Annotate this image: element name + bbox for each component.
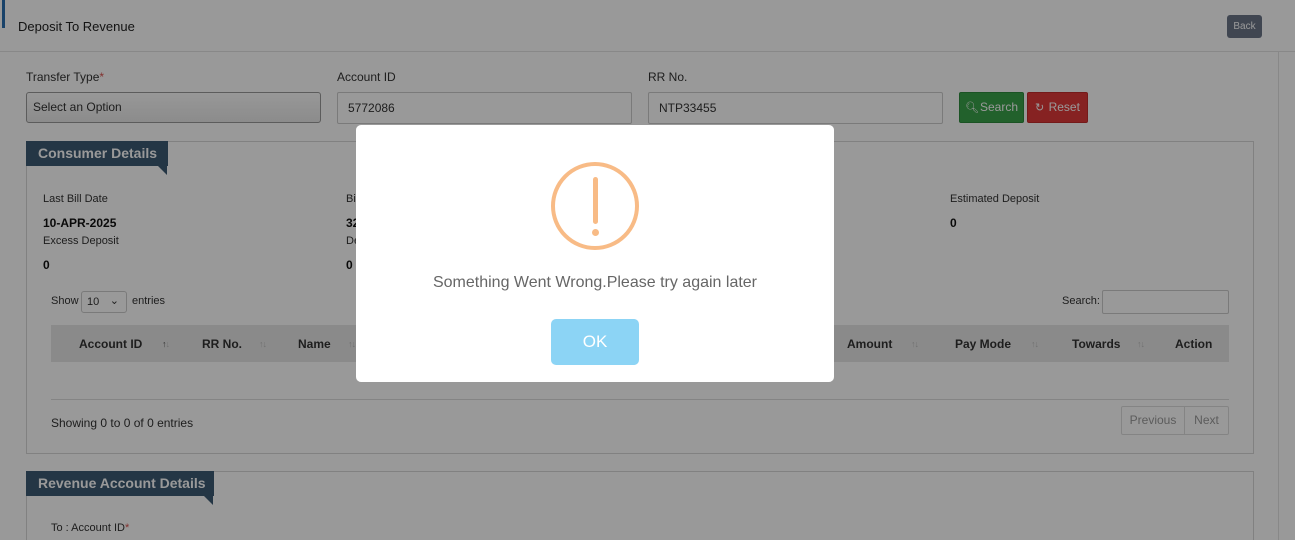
warning-icon-dot [592, 229, 599, 236]
warning-icon [551, 162, 639, 250]
dialog-message: Something Went Wrong.Please try again la… [432, 274, 758, 291]
error-dialog: Something Went Wrong.Please try again la… [356, 125, 834, 382]
ok-button[interactable]: OK [551, 319, 639, 365]
warning-icon-bar [593, 177, 598, 224]
